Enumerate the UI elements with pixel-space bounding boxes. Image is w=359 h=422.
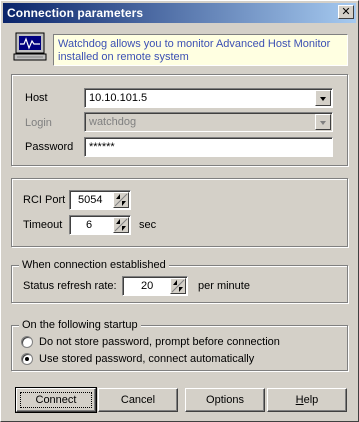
info-message: Watchdog allows you to monitor Advanced …	[53, 34, 348, 66]
startup-group-title: On the following startup	[19, 319, 141, 332]
password-field[interactable]: ******	[84, 137, 333, 157]
timeout-spinner[interactable]: 6	[69, 215, 131, 235]
radio-stored-password[interactable]	[21, 353, 33, 365]
connect-button[interactable]: Connect	[15, 387, 97, 413]
login-combobox[interactable]: watchdog	[84, 112, 333, 132]
established-group-title: When connection established	[19, 259, 169, 272]
rci-group	[11, 178, 348, 247]
host-combobox[interactable]: 10.10.101.5	[84, 88, 333, 108]
host-value: 10.10.101.5	[89, 92, 148, 104]
radio-stored-password-label[interactable]: Use stored password, connect automatical…	[39, 352, 254, 366]
help-button-label: elp	[303, 394, 319, 406]
options-button-label: Options	[206, 394, 244, 406]
spin-arrows-icon[interactable]	[113, 217, 129, 233]
dialog-title: Connection parameters	[7, 6, 144, 20]
options-button[interactable]: Options	[185, 388, 265, 412]
timeout-label: Timeout	[23, 219, 63, 231]
close-icon: ✕	[341, 5, 351, 18]
radio-prompt-password[interactable]	[21, 336, 33, 348]
timeout-value: 6	[86, 219, 93, 231]
help-button[interactable]: Help	[267, 388, 347, 412]
login-label: Login	[25, 117, 52, 129]
timeout-unit: sec	[139, 219, 157, 231]
login-value: watchdog	[89, 116, 137, 128]
rci-port-value: 5054	[78, 194, 103, 206]
password-value: ******	[89, 141, 115, 153]
title-bar[interactable]: Connection parameters ✕	[3, 3, 356, 23]
password-label: Password	[25, 141, 74, 153]
rci-port-spinner[interactable]: 5054	[69, 190, 131, 210]
cancel-button-label: Cancel	[120, 394, 156, 406]
host-label: Host	[25, 92, 48, 104]
chevron-down-icon[interactable]	[315, 90, 331, 106]
close-button[interactable]: ✕	[338, 5, 354, 19]
radio-prompt-password-label[interactable]: Do not store password, prompt before con…	[39, 335, 280, 349]
spin-arrows-icon[interactable]	[113, 192, 129, 208]
rci-port-label: RCI Port	[23, 194, 66, 206]
connect-button-label: Connect	[35, 394, 77, 406]
refresh-rate-unit: per minute	[198, 280, 250, 292]
refresh-rate-label: Status refresh rate:	[23, 280, 117, 292]
cancel-button[interactable]: Cancel	[98, 388, 178, 412]
monitor-pulse-icon	[13, 32, 47, 61]
connection-parameters-dialog: Connection parameters ✕ Watchdog allows …	[0, 0, 359, 422]
refresh-rate-value: 20	[141, 280, 154, 292]
help-button-mnemonic: H	[295, 394, 304, 406]
refresh-rate-spinner[interactable]: 20	[122, 276, 188, 296]
spin-arrows-icon[interactable]	[170, 278, 186, 294]
chevron-down-icon[interactable]	[315, 114, 331, 130]
